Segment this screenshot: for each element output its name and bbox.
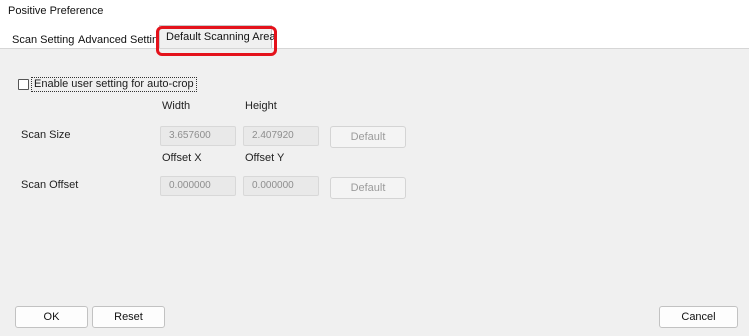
auto-crop-checkbox[interactable] <box>18 79 29 90</box>
offset-x-header: Offset X <box>162 152 202 164</box>
reset-button[interactable]: Reset <box>92 306 165 328</box>
height-header: Height <box>245 100 277 112</box>
scan-offset-default-button[interactable]: Default <box>330 177 406 199</box>
dialog-footer: OK Reset Cancel <box>0 296 749 336</box>
offset-y-field[interactable]: 0.000000 <box>243 176 319 196</box>
tab-advanced-setting[interactable]: Advanced Setting <box>78 32 164 48</box>
scan-size-default-button[interactable]: Default <box>330 126 406 148</box>
scan-offset-label: Scan Offset <box>21 179 79 191</box>
width-header: Width <box>162 100 191 112</box>
scan-height-field[interactable]: 2.407920 <box>243 126 319 146</box>
tab-strip: Scan Setting Advanced Setting Default Sc… <box>0 22 749 48</box>
window-title: Positive Preference <box>8 5 104 17</box>
title-bar: Positive Preference <box>0 0 749 22</box>
cancel-button[interactable]: Cancel <box>659 306 738 328</box>
tab-scan-setting[interactable]: Scan Setting <box>12 32 74 48</box>
offset-x-field[interactable]: 0.000000 <box>160 176 236 196</box>
ok-button[interactable]: OK <box>15 306 88 328</box>
tab-default-scanning-area[interactable]: Default Scanning Area <box>159 25 275 48</box>
offset-y-header: Offset Y <box>245 152 285 164</box>
preference-window: Positive Preference Scan Setting Advance… <box>0 0 749 336</box>
auto-crop-label[interactable]: Enable user setting for auto-crop <box>31 77 197 92</box>
scan-size-label: Scan Size <box>21 129 71 141</box>
scan-width-field[interactable]: 3.657600 <box>160 126 236 146</box>
